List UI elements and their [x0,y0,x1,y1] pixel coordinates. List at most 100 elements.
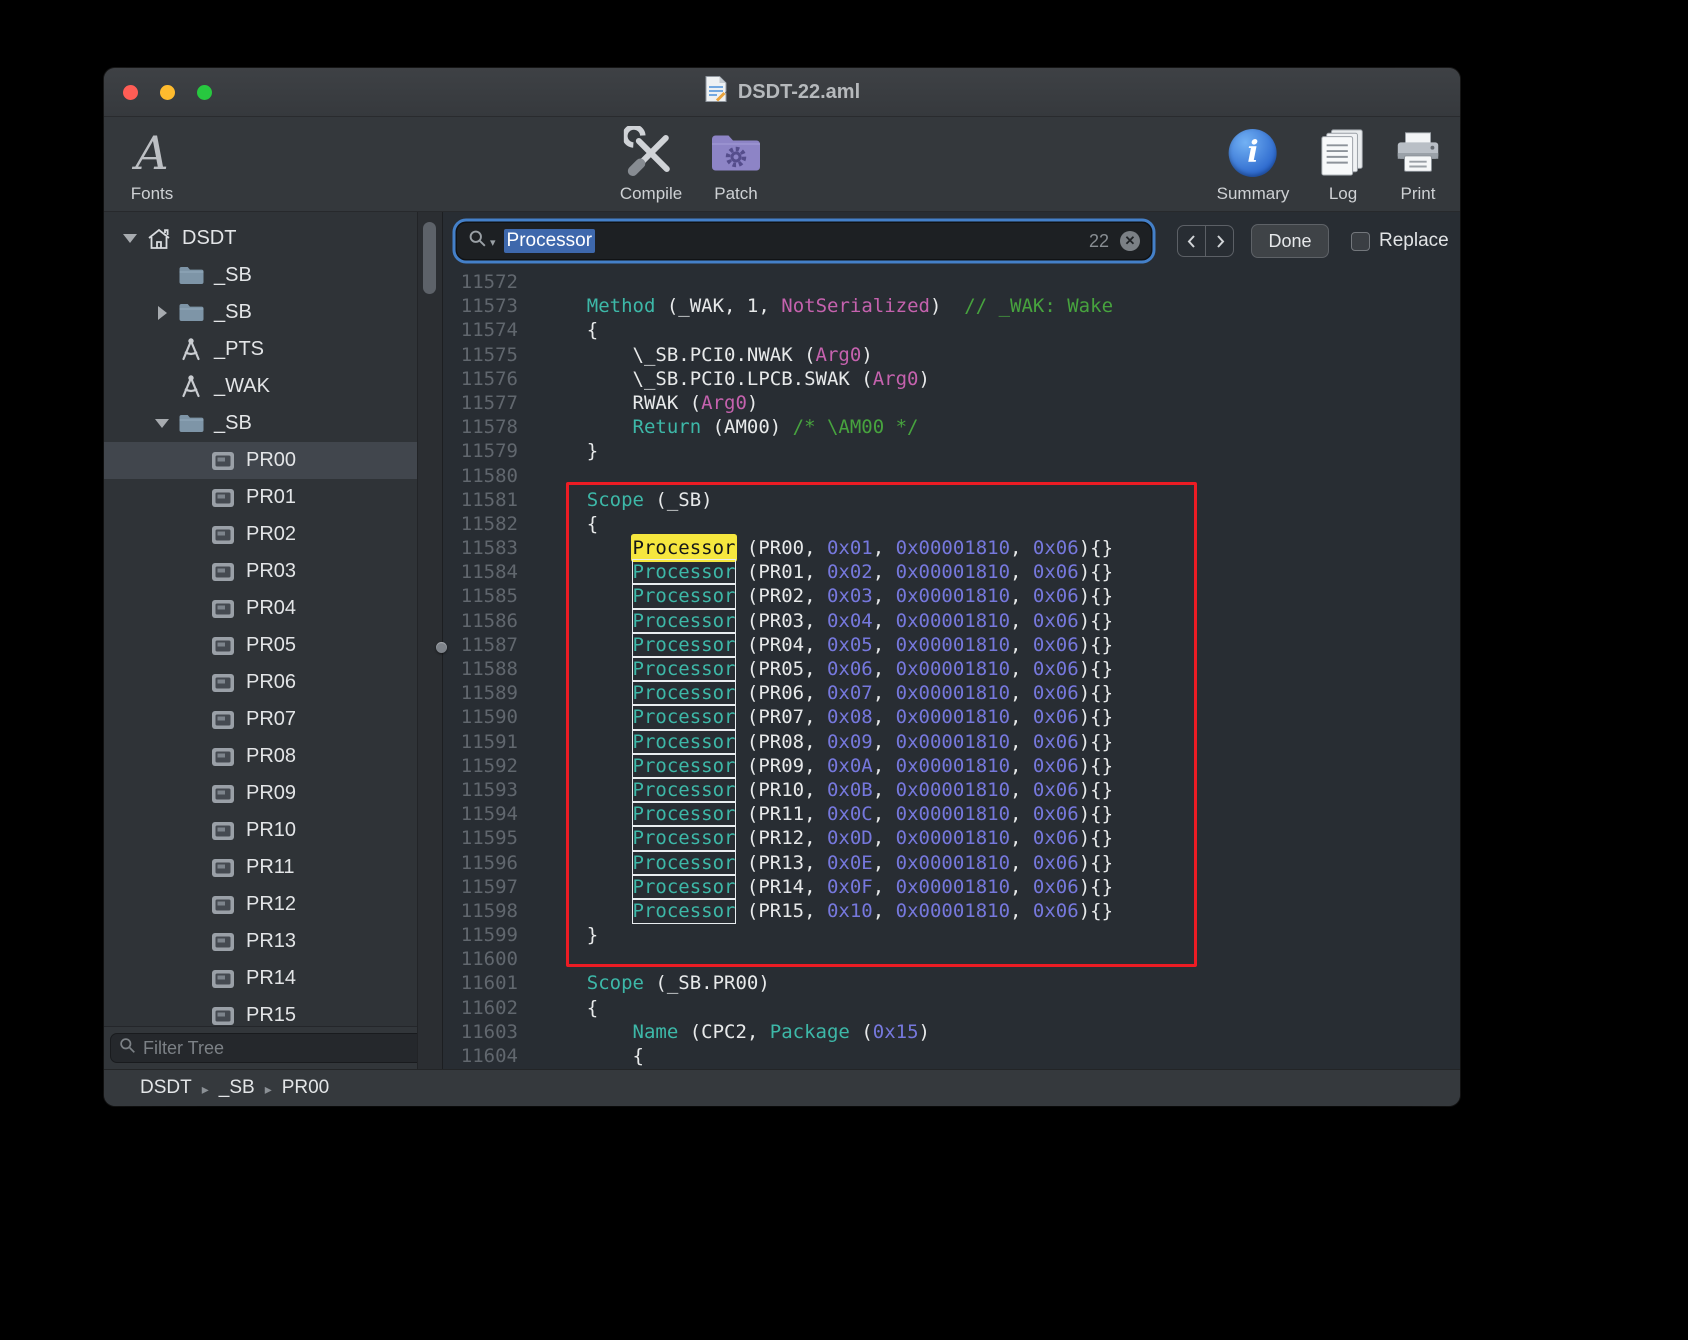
filter-bar: Filter Tree [104,1026,442,1069]
compile-button[interactable]: Compile [620,124,682,204]
method-icon [179,375,203,399]
window-title: DSDT-22.aml [738,81,860,104]
print-button[interactable]: Print [1392,124,1444,204]
replace-checkbox[interactable] [1351,232,1370,251]
sidebar-item-pr02[interactable]: PR02 [104,516,418,553]
breadcrumb-item-dsdt[interactable]: DSDT [140,1077,192,1099]
close-button[interactable] [123,85,138,100]
breadcrumb-item-pr00[interactable]: PR00 [282,1077,330,1099]
code-line[interactable]: 11575 \_SB.PCI0.NWAK (Arg0) [443,343,1460,367]
code-line[interactable]: 11584 Processor (PR01, 0x02, 0x00001810,… [443,560,1460,584]
sidebar-item-pr04[interactable]: PR04 [104,590,418,627]
traffic-lights [123,85,212,100]
find-next-button[interactable] [1205,226,1233,256]
line-number: 11594 [443,802,531,826]
code-line[interactable]: 11598 Processor (PR15, 0x10, 0x00001810,… [443,899,1460,923]
zoom-button[interactable] [197,85,212,100]
sidebar-item-pr08[interactable]: PR08 [104,738,418,775]
sidebar-item-pr15[interactable]: PR15 [104,997,418,1026]
code-line[interactable]: 11586 Processor (PR03, 0x04, 0x00001810,… [443,609,1460,633]
code-line[interactable]: 11576 \_SB.PCI0.LPCB.SWAK (Arg0) [443,367,1460,391]
sidebar-item-pr12[interactable]: PR12 [104,886,418,923]
code-text: Method (_WAK, 1, NotSerialized) // _WAK:… [541,294,1113,318]
code-line[interactable]: 11602 { [443,996,1460,1020]
code-line[interactable]: 11603 Name (CPC2, Package (0x15) [443,1020,1460,1044]
log-label: Log [1329,184,1357,204]
sidebar-item-pr00[interactable]: PR00 [104,442,418,479]
log-button[interactable]: Log [1317,124,1369,204]
method-icon [174,338,208,362]
folder-icon [174,413,208,434]
breadcrumb-item-_sb[interactable]: _SB [219,1077,255,1099]
code-line[interactable]: 11589 Processor (PR06, 0x07, 0x00001810,… [443,681,1460,705]
sidebar-item-_sb[interactable]: _SB [104,405,418,442]
code-line[interactable]: 11595 Processor (PR12, 0x0D, 0x00001810,… [443,826,1460,850]
done-button[interactable]: Done [1251,224,1329,258]
sidebar-item-label: PR12 [246,893,296,916]
code-line[interactable]: 11578 Return (AM00) /* \AM00 */ [443,415,1460,439]
code-line[interactable]: 11579 } [443,439,1460,463]
maciasl-window: DSDT-22.aml A Fonts Compile [104,68,1460,1106]
splitter-handle[interactable] [436,642,447,653]
code-line[interactable]: 11592 Processor (PR09, 0x0A, 0x00001810,… [443,754,1460,778]
code-editor[interactable]: 1157211573 Method (_WAK, 1, NotSerialize… [443,270,1460,1069]
folder-icon [178,413,205,434]
fonts-button[interactable]: A Fonts [131,124,174,204]
code-line[interactable]: 11600 [443,947,1460,971]
code-line[interactable]: 11591 Processor (PR08, 0x09, 0x00001810,… [443,730,1460,754]
document-icon [704,75,728,109]
disclosure-triangle[interactable] [150,419,174,428]
sidebar-item-pr05[interactable]: PR05 [104,627,418,664]
code-line[interactable]: 11573 Method (_WAK, 1, NotSerialized) //… [443,294,1460,318]
sidebar-scrollbar[interactable] [417,212,442,1069]
search-menu-chevron-icon[interactable]: ▾ [490,236,496,249]
code-line[interactable]: 11587 Processor (PR04, 0x05, 0x00001810,… [443,633,1460,657]
sidebar-item-dsdt[interactable]: DSDT [104,220,418,257]
code-line[interactable]: 11601 Scope (_SB.PR00) [443,971,1460,995]
method-icon [179,338,203,362]
sidebar-item-pr01[interactable]: PR01 [104,479,418,516]
code-line[interactable]: 11599 } [443,923,1460,947]
minimize-button[interactable] [160,85,175,100]
sidebar-item-pr06[interactable]: PR06 [104,664,418,701]
code-line[interactable]: 11593 Processor (PR10, 0x0B, 0x00001810,… [443,778,1460,802]
disclosure-triangle[interactable] [150,306,174,320]
code-line[interactable]: 11590 Processor (PR07, 0x08, 0x00001810,… [443,705,1460,729]
sidebar-item-pr03[interactable]: PR03 [104,553,418,590]
summary-button[interactable]: i Summary [1217,124,1290,204]
code-line[interactable]: 11588 Processor (PR05, 0x06, 0x00001810,… [443,657,1460,681]
sidebar-item-_sb[interactable]: _SB [104,257,418,294]
code-line[interactable]: 11574 { [443,318,1460,342]
code-line[interactable]: 11594 Processor (PR11, 0x0C, 0x00001810,… [443,802,1460,826]
breadcrumb: DSDT▸_SB▸PR00 [140,1077,329,1099]
titlebar[interactable]: DSDT-22.aml [104,68,1460,117]
code-line[interactable]: 11581 Scope (_SB) [443,488,1460,512]
code-line[interactable]: 11596 Processor (PR13, 0x0E, 0x00001810,… [443,851,1460,875]
code-line[interactable]: 11572 [443,270,1460,294]
code-line[interactable]: 11583 Processor (PR00, 0x01, 0x00001810,… [443,536,1460,560]
find-previous-button[interactable] [1178,226,1205,256]
code-line[interactable]: 11585 Processor (PR02, 0x03, 0x00001810,… [443,584,1460,608]
code-line[interactable]: 11580 [443,464,1460,488]
sidebar-item-pr11[interactable]: PR11 [104,849,418,886]
sidebar-item-_pts[interactable]: _PTS [104,331,418,368]
code-line[interactable]: 11577 RWAK (Arg0) [443,391,1460,415]
patch-button[interactable]: Patch [709,124,763,204]
sidebar-scrollbar-thumb[interactable] [423,222,436,294]
code-line[interactable]: 11604 { [443,1044,1460,1068]
code-text: Processor (PR08, 0x09, 0x00001810, 0x06)… [541,730,1113,754]
disclosure-triangle[interactable] [118,234,142,243]
code-line[interactable]: 11582 { [443,512,1460,536]
sidebar-item-_wak[interactable]: _WAK [104,368,418,405]
code-line[interactable]: 11597 Processor (PR14, 0x0F, 0x00001810,… [443,875,1460,899]
sidebar-item-pr14[interactable]: PR14 [104,960,418,997]
sidebar-item-pr09[interactable]: PR09 [104,775,418,812]
clear-search-icon[interactable]: ✕ [1120,231,1140,251]
sidebar-item-pr07[interactable]: PR07 [104,701,418,738]
filter-tree-input[interactable]: Filter Tree [110,1033,436,1063]
find-input[interactable]: ▾ Processor 22 ✕ [457,223,1151,259]
sidebar-item-_sb[interactable]: _SB [104,294,418,331]
sidebar-item-pr13[interactable]: PR13 [104,923,418,960]
chip-icon [211,747,235,767]
sidebar-item-pr10[interactable]: PR10 [104,812,418,849]
